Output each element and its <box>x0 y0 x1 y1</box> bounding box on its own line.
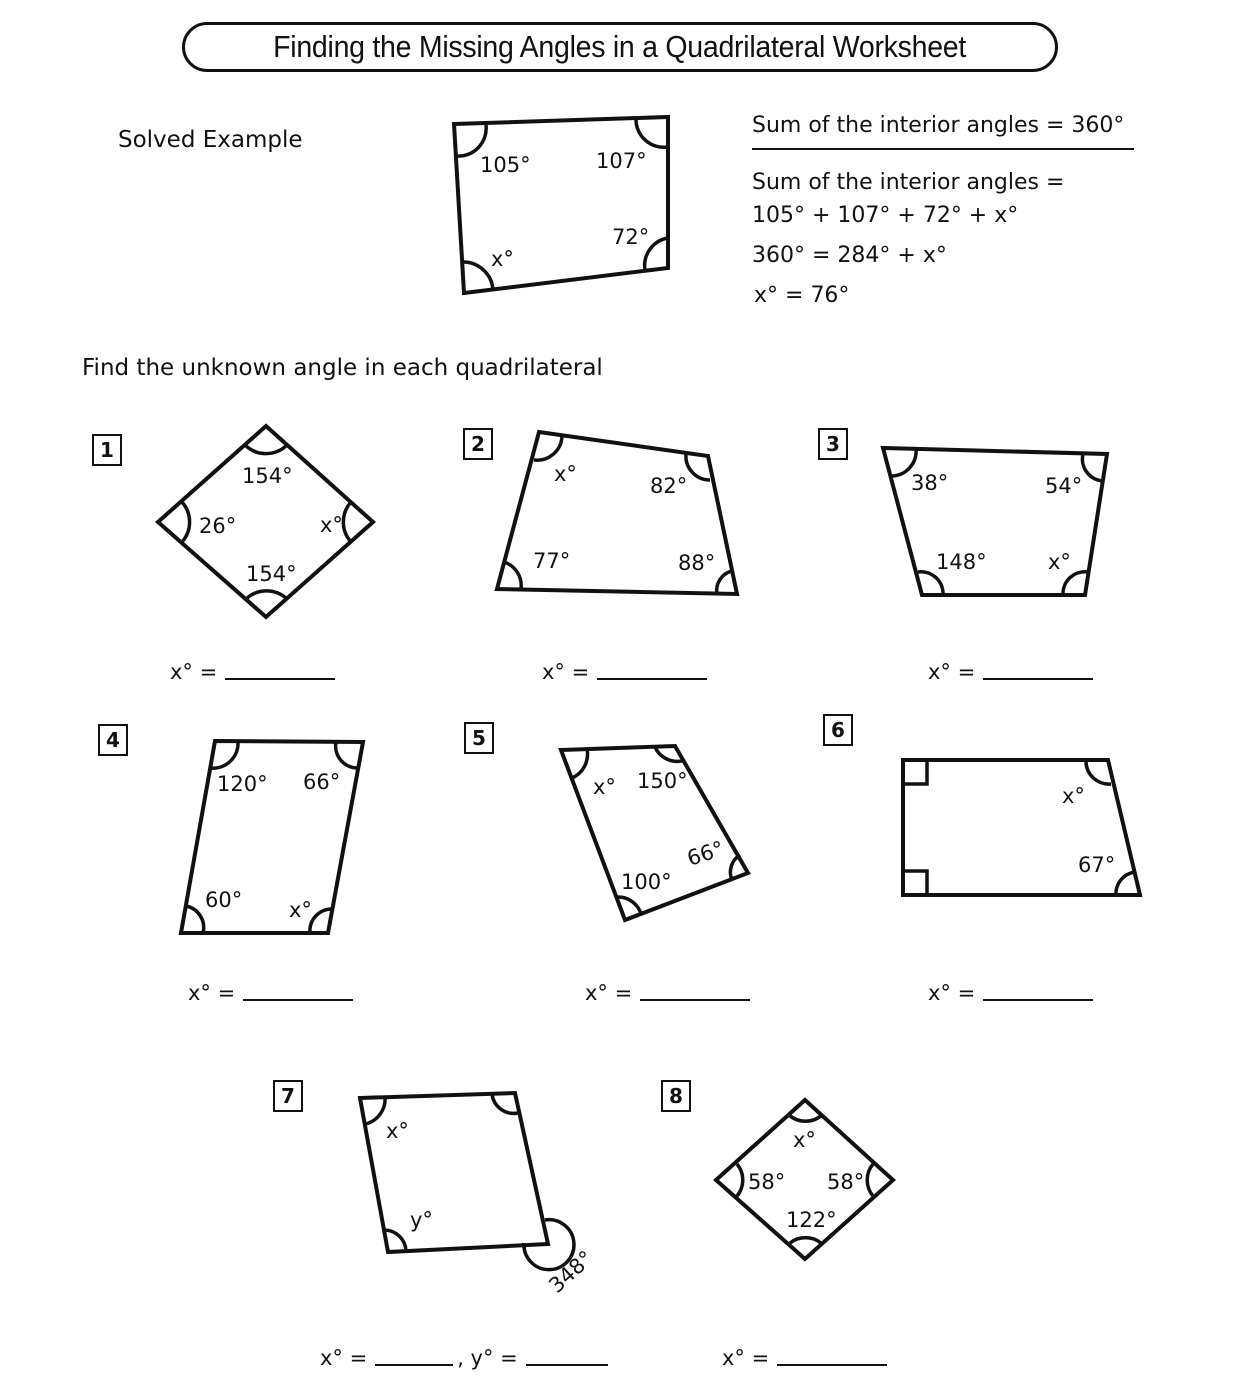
problem-8-figure: x° 58° 58° 122° <box>712 1097 896 1262</box>
example-angle-tr: 107° <box>596 149 647 173</box>
p3-arc-tr <box>1080 453 1105 483</box>
p2-arc-bl <box>503 560 523 590</box>
p5-angle-tl: x° <box>593 775 616 799</box>
p4-angle-tr: 66° <box>303 770 340 794</box>
p4-angle-tl: 120° <box>217 772 268 796</box>
p8-angle-left: 58° <box>748 1170 785 1194</box>
problem-6-figure: x° 67° <box>901 758 1143 897</box>
p1-angle-top: 154° <box>242 464 293 488</box>
p3-angle-br: x° <box>1048 550 1071 574</box>
example-angle-bl: x° <box>491 247 514 271</box>
p2-angle-tr: 82° <box>650 474 687 498</box>
p4-arc-bl <box>185 904 206 934</box>
p3-angle-bl: 148° <box>936 550 987 574</box>
p7-angle-x: x° <box>386 1119 409 1143</box>
p4-angle-bl: 60° <box>205 888 242 912</box>
p2-angle-br: 88° <box>678 551 715 575</box>
p2-angle-bl: 77° <box>533 549 570 573</box>
problem-7-shape <box>357 1090 551 1255</box>
p8-angle-right: 58° <box>827 1170 864 1194</box>
p5-arc-tl <box>571 748 590 780</box>
p1-arc-bottom <box>244 589 289 601</box>
example-arc-tr <box>634 117 669 150</box>
p4-angle-br: x° <box>289 898 312 922</box>
problem-3-figure: 38° 54° 148° x° <box>880 445 1110 597</box>
p2-arc-br <box>714 569 733 595</box>
p5-angle-bl: 100° <box>621 870 672 894</box>
p7-angle-y: y° <box>410 1208 433 1232</box>
problem-1-figure: 154° 26° x° 154° <box>154 423 377 620</box>
p3-angle-tr: 54° <box>1045 474 1082 498</box>
p8-arc-top <box>787 1113 824 1123</box>
example-shape <box>451 114 670 296</box>
p8-arc-left <box>735 1162 745 1198</box>
example-arc-bl <box>461 260 495 291</box>
p1-angle-bottom: 154° <box>246 562 297 586</box>
p5-angle-br: 66° <box>684 836 727 870</box>
p8-arc-right <box>865 1162 875 1198</box>
p7-arc-tl <box>365 1096 387 1126</box>
p6-angle-tr: x° <box>1062 784 1085 808</box>
p4-arc-tr <box>333 741 359 770</box>
example-angle-tl: 105° <box>480 153 531 177</box>
p6-right-angle-top <box>903 760 929 786</box>
example-angle-br: 72° <box>612 225 649 249</box>
p6-right-angle-bottom <box>903 869 929 895</box>
problem-7-figure: x° y° 348° <box>357 1090 598 1298</box>
p1-arc-left <box>179 499 192 545</box>
p8-angle-top: x° <box>793 1128 816 1152</box>
p3-angle-tl: 38° <box>911 471 948 495</box>
p8-arc-bottom <box>788 1235 823 1245</box>
p8-angle-bottom: 122° <box>786 1208 837 1232</box>
p1-arc-right <box>341 500 353 544</box>
problem-2-figure: x° 82° 77° 88° <box>494 429 740 597</box>
p5-angle-tr: 150° <box>637 769 688 793</box>
problem-4-figure: 120° 66° 60° x° <box>178 738 366 935</box>
p6-arc-br <box>1114 870 1136 896</box>
example-arc-tl <box>454 124 488 158</box>
example-quadrilateral: 105° 107° 72° x° <box>451 114 670 296</box>
p1-angle-right: x° <box>320 513 343 537</box>
problem-5-figure: x° 150° 66° 100° <box>558 743 751 923</box>
p1-arc-top <box>243 443 289 456</box>
p6-angle-br: 67° <box>1078 853 1115 877</box>
worksheet-figures: 105° 107° 72° x° 154° 26° x° 154° x° 82°… <box>154 114 1143 1298</box>
p2-angle-tl: x° <box>554 462 577 486</box>
p1-angle-left: 26° <box>199 514 236 538</box>
